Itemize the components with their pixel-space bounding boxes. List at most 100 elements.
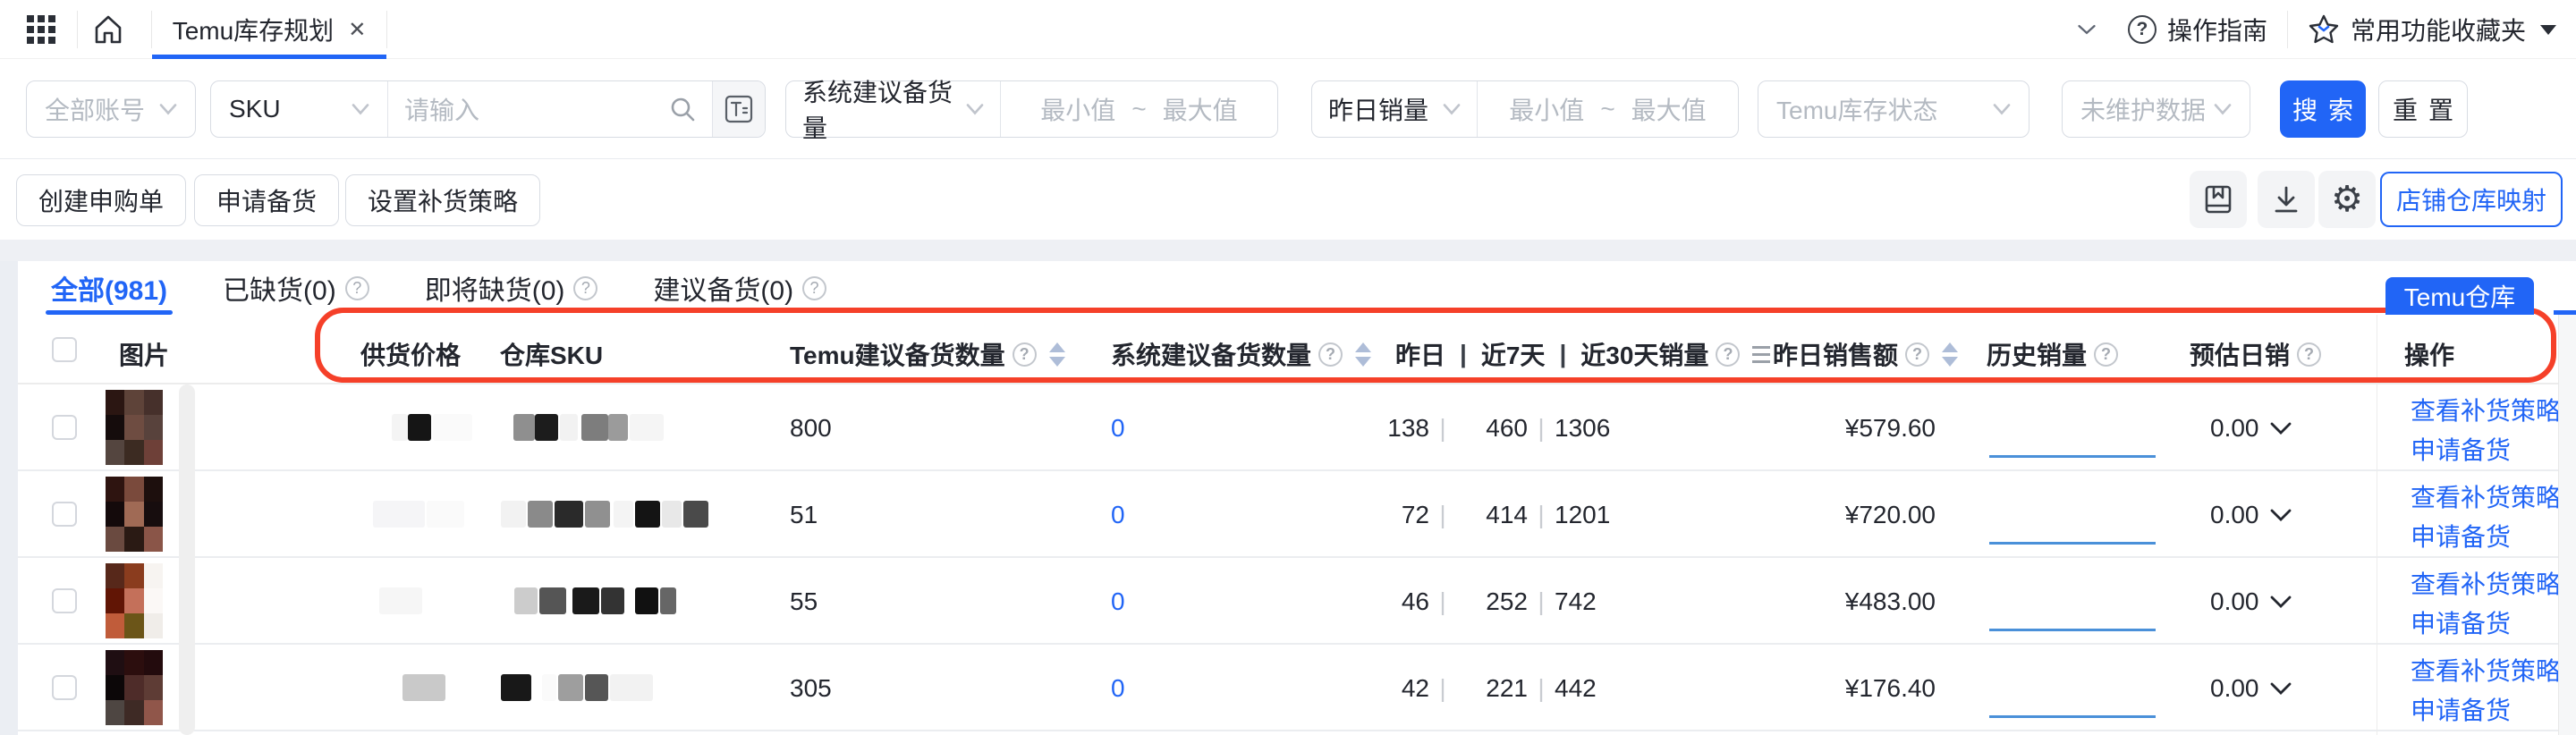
masked-block [683, 501, 708, 528]
separator: | [1429, 587, 1456, 616]
store-warehouse-mapping-button[interactable]: 店铺仓库映射 [2380, 172, 2563, 227]
sort-icon[interactable] [1942, 342, 1958, 367]
masked-block [528, 501, 553, 528]
help-icon[interactable] [2297, 342, 2321, 367]
stock-status-select[interactable]: Temu库存状态 [1758, 80, 2029, 138]
batch-input-icon[interactable] [712, 81, 765, 137]
yesterday-sales-range[interactable]: 最小值 ~ 最大值 [1478, 91, 1738, 127]
suggest-qty-select[interactable]: 系统建议备货量 [786, 73, 1000, 145]
yesterday-amount-value: ¥579.60 [1757, 414, 1936, 443]
unmaintained-placeholder: 未维护数据 [2080, 91, 2206, 127]
reset-button[interactable]: 重置 [2378, 80, 2468, 138]
yesterday-amount-value: ¥720.00 [1757, 501, 1936, 529]
temu-suggest-qty-value: 51 [790, 501, 818, 529]
unmaintained-select[interactable]: 未维护数据 [2062, 80, 2250, 138]
suggest-qty-range[interactable]: 最小值 ~ 最大值 [1001, 91, 1277, 127]
system-suggest-qty-link[interactable]: 0 [1111, 587, 1125, 616]
chevron-down-icon [966, 100, 984, 118]
row-checkbox[interactable] [52, 502, 77, 527]
est-daily-dropdown[interactable]: 0.00 [2210, 674, 2292, 703]
tab-temu-inventory[interactable]: Temu库存规划 ✕ [152, 0, 386, 59]
divider [386, 11, 387, 48]
row-checkbox[interactable] [52, 588, 77, 613]
table-row: 800 0 138 | 460 | 1306 ¥579.60 0.00 查看补货… [18, 384, 2576, 471]
request-stock-link[interactable]: 申请备货 [2411, 518, 2561, 557]
masked-block [427, 501, 464, 528]
tab-close-icon[interactable]: ✕ [348, 17, 366, 43]
header-temu-qty[interactable]: Temu建议备货数量 [790, 336, 1065, 372]
header-system-qty[interactable]: 系统建议备货数量 [1111, 336, 1371, 372]
view-strategy-link[interactable]: 查看补货策略 [2411, 652, 2561, 691]
system-suggest-qty-link[interactable]: 0 [1111, 414, 1125, 443]
frozen-pane-scrollbar[interactable] [179, 384, 195, 735]
apps-grid-icon[interactable] [27, 15, 55, 44]
row-actions: 查看补货策略 申请备货 [2411, 478, 2561, 557]
header-sales[interactable]: 昨日| 近7天| 近30天销量 [1395, 336, 1770, 372]
tab-out-of-stock[interactable]: 已缺货(0) [223, 261, 369, 315]
tab-all[interactable]: 全部(981) [51, 261, 167, 315]
masked-block [560, 414, 578, 441]
history-sparkline[interactable] [1989, 455, 2156, 458]
range-tilde: ~ [1600, 95, 1614, 123]
row-checkbox[interactable] [52, 675, 77, 700]
select-all-checkbox[interactable] [52, 337, 77, 362]
system-suggest-qty-link[interactable]: 0 [1111, 501, 1125, 529]
chevron-down-icon [1443, 100, 1461, 118]
sales-7d-value: 414 [1456, 501, 1528, 529]
yesterday-sales-select[interactable]: 昨日销量 [1312, 91, 1477, 127]
favorites-menu[interactable]: 常用功能收藏夹 [2308, 12, 2556, 47]
sort-icon[interactable] [1355, 342, 1371, 367]
guide-button[interactable]: ? 操作指南 [2128, 12, 2267, 47]
product-image[interactable] [106, 563, 163, 638]
search-button[interactable]: 搜索 [2280, 80, 2366, 138]
masked-block [585, 501, 610, 528]
system-suggest-qty-link[interactable]: 0 [1111, 674, 1125, 703]
view-strategy-link[interactable]: 查看补货策略 [2411, 565, 2561, 604]
tab-soon-out-of-stock[interactable]: 即将缺货(0) [425, 261, 598, 315]
est-daily-dropdown[interactable]: 0.00 [2210, 501, 2292, 529]
sku-field-select[interactable]: SKU [211, 95, 387, 123]
create-po-button[interactable]: 创建申购单 [16, 174, 186, 226]
save-view-icon[interactable] [2190, 171, 2247, 228]
view-strategy-link[interactable]: 查看补货策略 [2411, 392, 2561, 431]
set-strategy-button[interactable]: 设置补货策略 [345, 174, 540, 226]
help-icon[interactable] [802, 276, 826, 300]
tab-soon-out-label: 即将缺货(0) [425, 268, 565, 308]
search-icon[interactable] [669, 96, 696, 122]
request-stock-link[interactable]: 申请备货 [2411, 431, 2561, 470]
account-select[interactable]: 全部账号 [26, 80, 196, 138]
row-checkbox[interactable] [52, 415, 77, 440]
help-icon[interactable] [1716, 342, 1740, 367]
request-stock-link[interactable]: 申请备货 [2411, 691, 2561, 731]
settings-gear-icon[interactable]: ⚙ [2318, 171, 2376, 228]
help-icon[interactable] [2094, 342, 2118, 367]
warehouse-badge[interactable]: Temu仓库 [2385, 277, 2534, 315]
sales-30d-value: 1201 [1555, 501, 1610, 529]
product-image[interactable] [106, 477, 163, 552]
product-image[interactable] [106, 390, 163, 465]
request-stock-button[interactable]: 申请备货 [194, 174, 339, 226]
download-icon[interactable] [2258, 171, 2315, 228]
request-stock-link[interactable]: 申请备货 [2411, 604, 2561, 644]
est-daily-dropdown[interactable]: 0.00 [2210, 587, 2292, 616]
home-icon[interactable] [91, 13, 125, 46]
est-daily-dropdown[interactable]: 0.00 [2210, 414, 2292, 443]
chevron-down-icon[interactable] [2078, 21, 2096, 38]
history-sparkline[interactable] [1989, 629, 2156, 631]
history-sparkline[interactable] [1989, 715, 2156, 718]
help-icon[interactable] [573, 276, 597, 300]
help-icon[interactable] [1013, 342, 1037, 367]
help-icon[interactable] [1905, 342, 1929, 367]
sort-icon[interactable] [1049, 342, 1065, 367]
help-icon[interactable] [1318, 342, 1343, 367]
vertical-scrollbar[interactable] [2558, 315, 2576, 735]
header-amount[interactable]: 昨日销售额 [1773, 336, 1958, 372]
list-settings-icon[interactable] [1752, 346, 1770, 363]
help-icon[interactable] [345, 276, 369, 300]
tab-suggest-stock[interactable]: 建议备货(0) [653, 261, 826, 315]
history-sparkline[interactable] [1989, 542, 2156, 545]
product-image[interactable] [106, 650, 163, 725]
keyword-input[interactable]: 请输入 [388, 91, 712, 127]
sales-30d-value: 442 [1555, 674, 1597, 703]
view-strategy-link[interactable]: 查看补货策略 [2411, 478, 2561, 518]
